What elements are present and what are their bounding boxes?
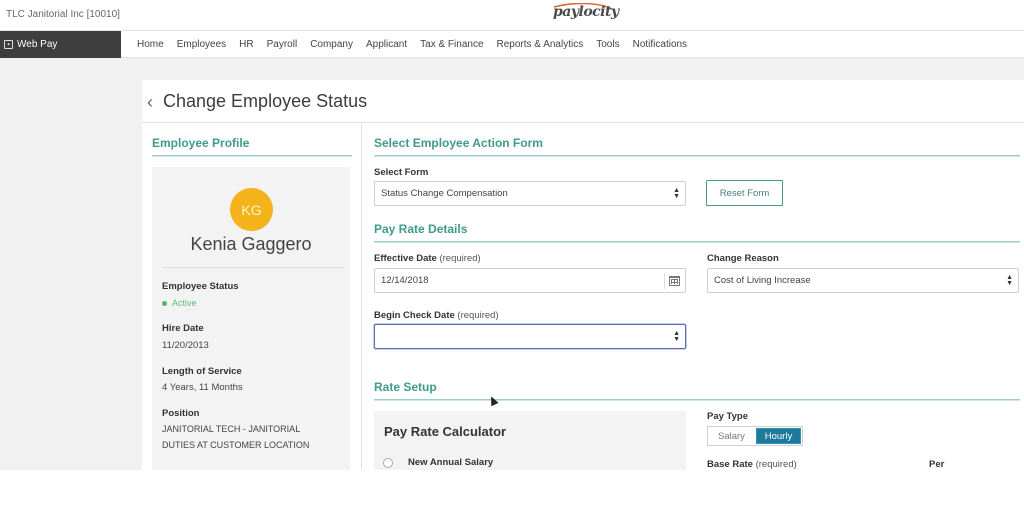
pay-type-toggle: Salary Hourly bbox=[707, 426, 803, 446]
pay-rate-rule bbox=[374, 241, 1020, 243]
effective-date-label: Effective Date (required) bbox=[374, 253, 481, 264]
pay-type-salary[interactable]: Salary bbox=[708, 427, 755, 445]
updown-chevron-icon: ▲ ▼ bbox=[1006, 274, 1013, 287]
updown-chevron-icon: ▲ ▼ bbox=[673, 187, 680, 200]
app-window: TLC Janitorial Inc [10010] paylocity ▪ W… bbox=[0, 0, 1024, 470]
column-divider bbox=[361, 123, 362, 470]
new-annual-salary-label: New Annual Salary bbox=[408, 457, 494, 468]
employee-status-label: Employee Status bbox=[162, 281, 239, 292]
title-divider bbox=[142, 122, 1024, 123]
reset-form-button[interactable]: Reset Form bbox=[706, 180, 783, 206]
nav-items: Home Employees HR Payroll Company Applic… bbox=[137, 31, 700, 58]
top-bar: TLC Janitorial Inc [10010] paylocity bbox=[0, 0, 1024, 31]
nav-company[interactable]: Company bbox=[310, 39, 353, 50]
profile-card-divider bbox=[162, 267, 344, 268]
per-label: Per bbox=[929, 459, 945, 470]
begin-check-date-label: Begin Check Date (required) bbox=[374, 310, 499, 321]
effective-date-input[interactable]: 12/14/2018 bbox=[374, 268, 686, 293]
pay-type-hourly[interactable]: Hourly bbox=[755, 428, 801, 444]
calendar-divider bbox=[664, 273, 665, 289]
status-value: Active bbox=[172, 298, 197, 308]
length-of-service-label: Length of Service bbox=[162, 366, 242, 377]
base-rate-label-text: Base Rate bbox=[707, 459, 753, 470]
nav-tax-finance[interactable]: Tax & Finance bbox=[420, 39, 483, 50]
rate-setup-rule bbox=[374, 399, 1020, 401]
employee-profile-heading: Employee Profile bbox=[152, 136, 250, 150]
back-chevron-icon[interactable]: ‹ bbox=[147, 92, 153, 113]
select-form-label: Select Form bbox=[374, 167, 429, 178]
pay-rate-calculator-title: Pay Rate Calculator bbox=[384, 424, 507, 439]
begin-check-date-dropdown[interactable]: ▲ ▼ bbox=[374, 324, 686, 349]
web-pay-label: Web Pay bbox=[17, 39, 58, 50]
base-rate-label: Base Rate (required) bbox=[707, 459, 797, 470]
page-title: Change Employee Status bbox=[163, 91, 368, 111]
change-reason-label: Change Reason bbox=[707, 253, 779, 264]
calendar-icon[interactable] bbox=[669, 276, 680, 286]
nav-applicant[interactable]: Applicant bbox=[366, 39, 407, 50]
nav-hr[interactable]: HR bbox=[239, 39, 253, 50]
change-reason-value: Cost of Living Increase bbox=[714, 275, 811, 286]
web-pay-icon: ▪ bbox=[4, 40, 13, 49]
action-form-rule bbox=[374, 155, 1020, 157]
nav-home[interactable]: Home bbox=[137, 39, 164, 50]
action-form-heading: Select Employee Action Form bbox=[374, 136, 543, 150]
profile-heading-rule bbox=[152, 155, 352, 157]
status-badge: Active bbox=[162, 298, 197, 308]
effective-date-value: 12/14/2018 bbox=[381, 275, 429, 286]
select-form-dropdown[interactable]: Status Change Compensation ▲ ▼ bbox=[374, 181, 686, 206]
base-rate-required: (required) bbox=[755, 459, 797, 470]
updown-chevron-icon: ▲ ▼ bbox=[673, 330, 680, 343]
avatar: KG bbox=[230, 188, 273, 231]
paylocity-logo[interactable]: paylocity bbox=[553, 4, 619, 20]
company-name: TLC Janitorial Inc [10010] bbox=[6, 9, 120, 20]
new-annual-salary-radio[interactable] bbox=[383, 458, 393, 468]
position-value-line2: DUTIES AT CUSTOMER LOCATION bbox=[162, 440, 310, 450]
hire-date-label: Hire Date bbox=[162, 323, 204, 334]
nav-tools[interactable]: Tools bbox=[596, 39, 619, 50]
pay-rate-details-heading: Pay Rate Details bbox=[374, 222, 468, 236]
length-of-service-value: 4 Years, 11 Months bbox=[162, 382, 243, 393]
nav-employees[interactable]: Employees bbox=[177, 39, 226, 50]
change-reason-dropdown[interactable]: Cost of Living Increase ▲ ▼ bbox=[707, 268, 1019, 293]
nav-reports-analytics[interactable]: Reports & Analytics bbox=[497, 39, 584, 50]
hire-date-value: 11/20/2013 bbox=[162, 340, 209, 351]
begin-check-date-label-text: Begin Check Date bbox=[374, 310, 455, 321]
pay-type-label: Pay Type bbox=[707, 411, 749, 422]
blank-area bbox=[0, 470, 1024, 512]
position-value-line1: JANITORIAL TECH - JANITORIAL bbox=[162, 424, 301, 434]
status-dot-icon bbox=[162, 300, 167, 306]
position-label: Position bbox=[162, 408, 200, 419]
rate-setup-heading: Rate Setup bbox=[374, 380, 437, 394]
nav-notifications[interactable]: Notifications bbox=[633, 39, 687, 50]
employee-name: Kenia Gaggero bbox=[190, 234, 312, 254]
nav-payroll[interactable]: Payroll bbox=[267, 39, 298, 50]
main-nav: ▪ Web Pay Home Employees HR Payroll Comp… bbox=[0, 31, 1024, 58]
effective-date-label-text: Effective Date bbox=[374, 253, 437, 264]
begin-check-date-required: (required) bbox=[457, 310, 499, 321]
effective-date-required: (required) bbox=[439, 253, 481, 264]
select-form-value: Status Change Compensation bbox=[381, 188, 508, 199]
web-pay-menu[interactable]: ▪ Web Pay bbox=[0, 31, 121, 58]
